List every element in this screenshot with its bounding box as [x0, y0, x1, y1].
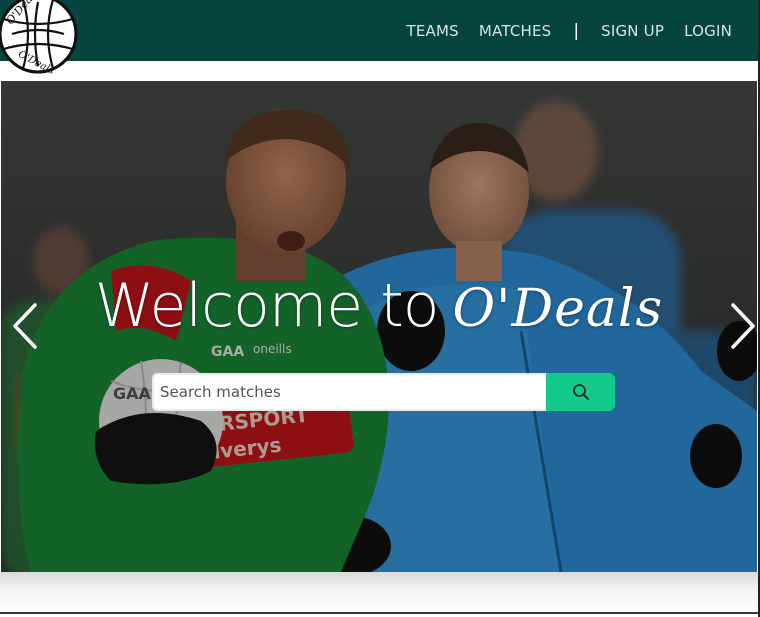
hero-shadow	[0, 572, 758, 617]
search-button[interactable]	[546, 373, 615, 411]
navbar: TEAMS MATCHES | SIGN UP LOGIN	[0, 0, 758, 61]
nav-links: TEAMS MATCHES | SIGN UP LOGIN	[407, 0, 732, 61]
search-input[interactable]	[152, 373, 546, 411]
search-icon	[572, 384, 589, 400]
nav-teams-link[interactable]: TEAMS	[407, 22, 459, 40]
hero-title-brand: O'Deals	[452, 279, 664, 339]
nav-login-link[interactable]: LOGIN	[684, 22, 732, 40]
site-logo[interactable]: O'Deals O'Deals	[0, 0, 78, 80]
nav-signup-link[interactable]: SIGN UP	[601, 22, 664, 40]
chevron-right-icon	[731, 303, 755, 349]
page: TEAMS MATCHES | SIGN UP LOGIN O'Deals O'…	[0, 0, 760, 617]
chevron-left-icon	[13, 303, 37, 349]
header-spacer	[0, 61, 758, 81]
gaelic-football-icon: O'Deals O'Deals	[0, 0, 78, 77]
hero-title: Welcome to O'Deals	[1, 271, 757, 341]
nav-separator: |	[573, 20, 580, 41]
search-bar	[152, 373, 615, 411]
page-divider	[0, 612, 758, 614]
carousel-next-button[interactable]	[725, 301, 757, 351]
nav-matches-link[interactable]: MATCHES	[479, 22, 551, 40]
hero-title-prefix: Welcome to	[94, 271, 440, 341]
carousel-prev-button[interactable]	[9, 301, 43, 351]
hero-carousel: ERSPORT lverys GAA oneills GAA Welcome t…	[1, 81, 757, 572]
